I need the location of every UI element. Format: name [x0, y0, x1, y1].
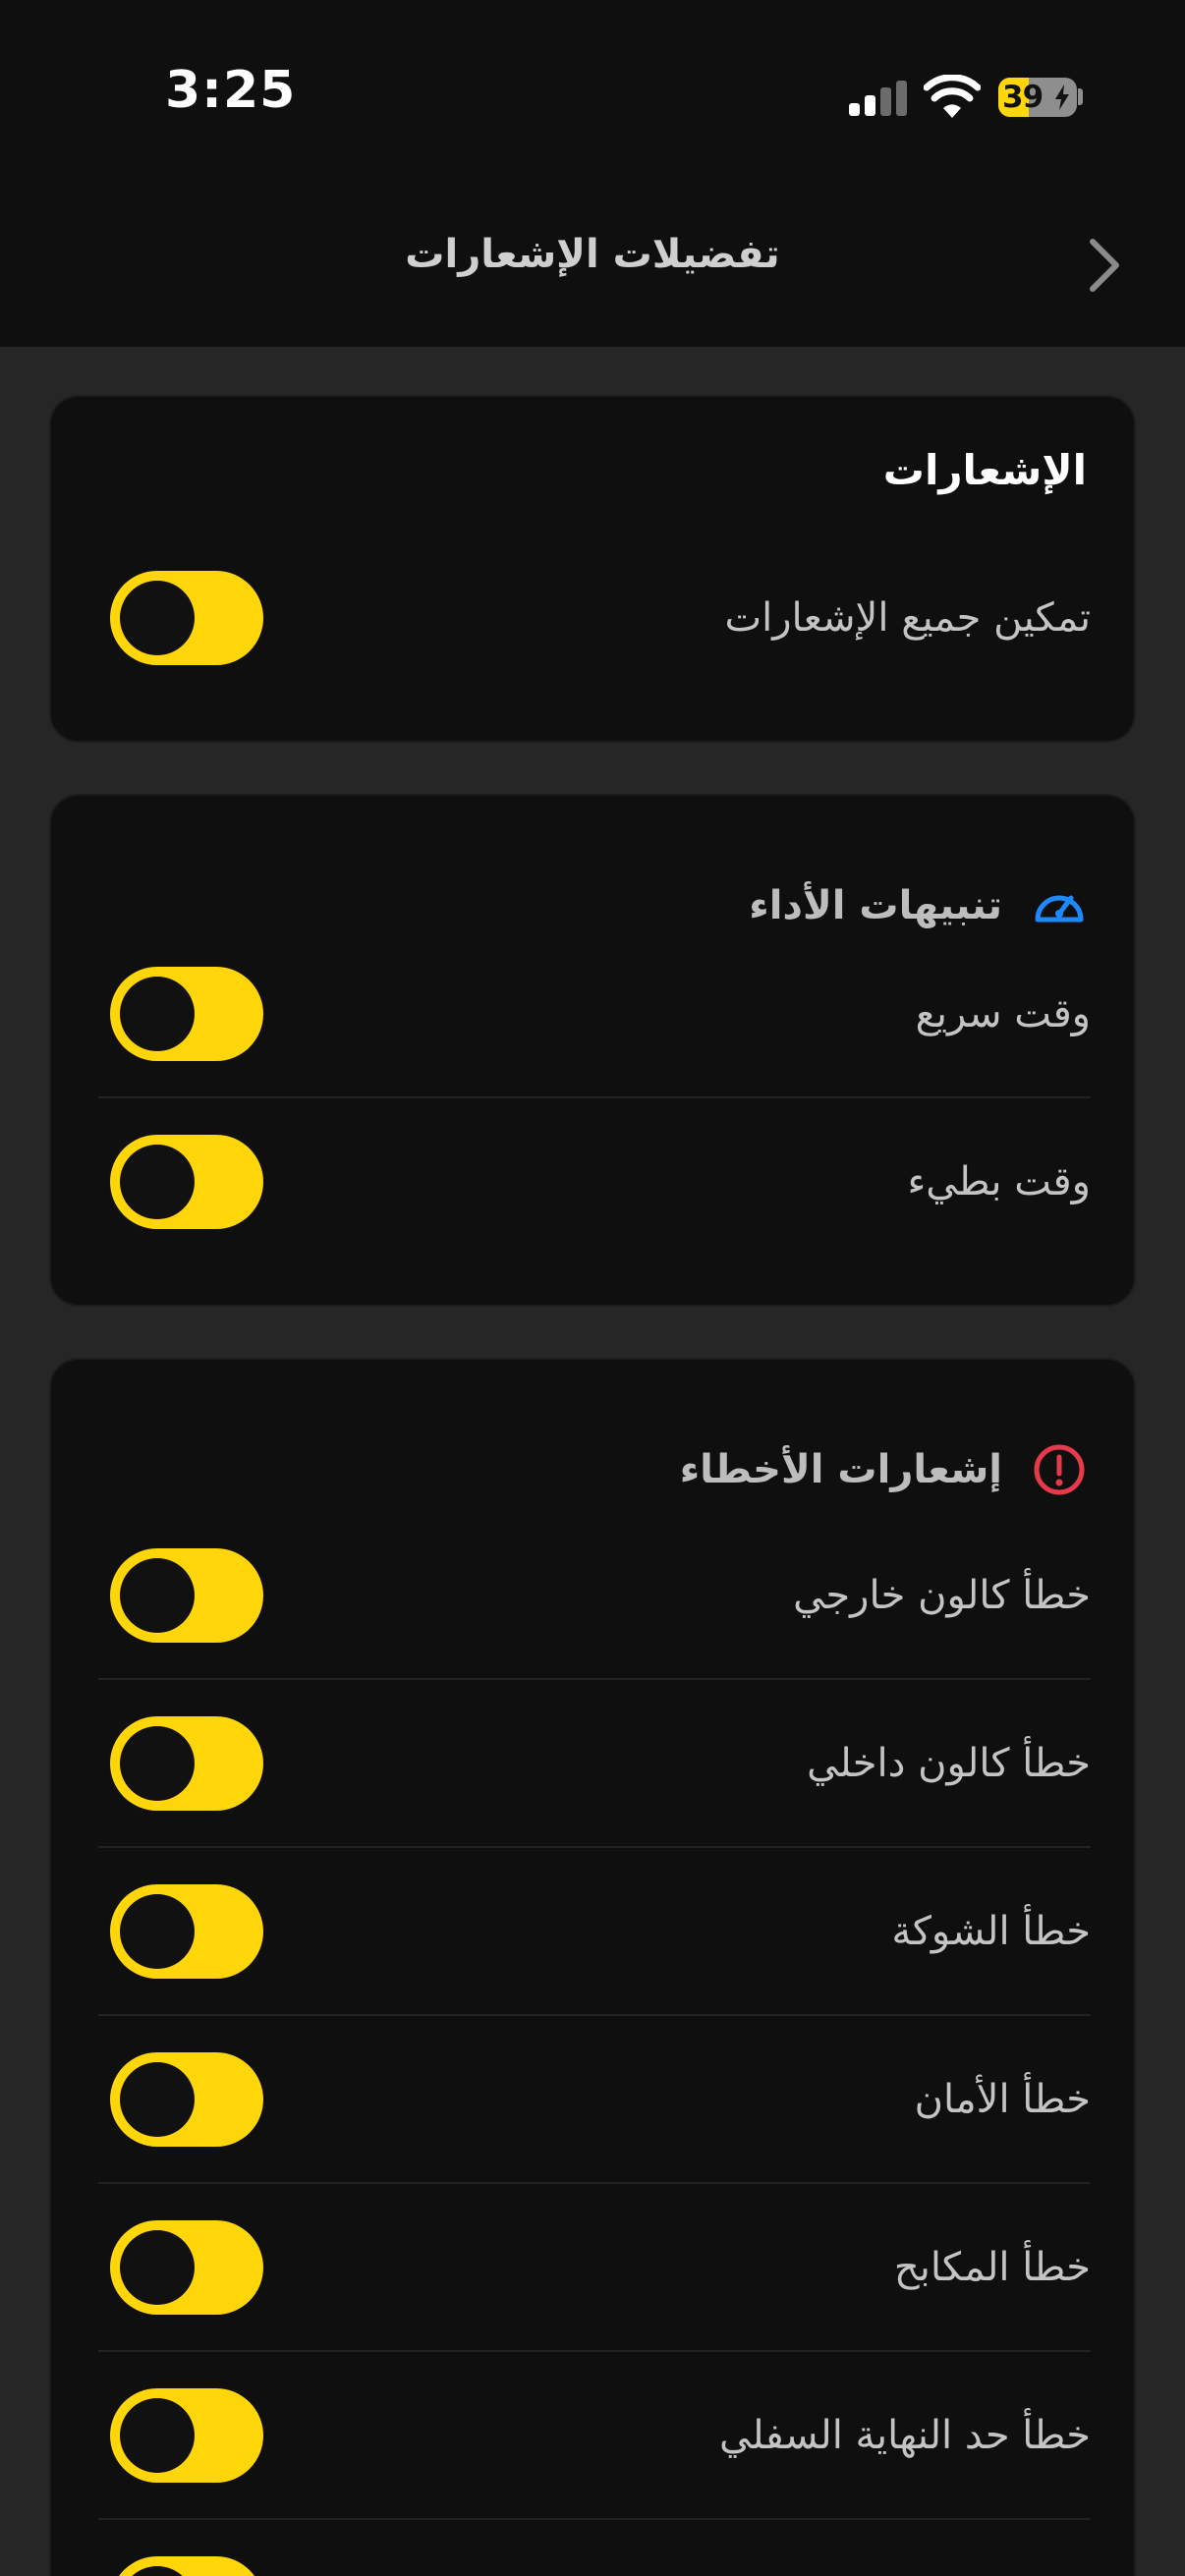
lower-limit-error-label: خطأ حد النهاية السفلي [719, 2413, 1091, 2458]
toggle-knob [120, 581, 195, 655]
list-item: وقت سريع [51, 930, 1138, 1098]
alert-circle-icon [1034, 1444, 1085, 1495]
page-title: تفضيلات الإشعارات [405, 232, 780, 277]
brakes-error-label: خطأ المكابح [893, 2245, 1091, 2290]
enable-all-label: تمكين جميع الإشعارات [724, 595, 1091, 641]
top-bar: 3:25 39 تفضيلات الإشعارات [0, 0, 1185, 347]
toggle-knob [120, 1558, 195, 1633]
fast-time-label: وقت سريع [915, 991, 1091, 1036]
list-item: خطأ حد النهاية السفلي [51, 2352, 1138, 2520]
list-item: خطأ كالون داخلي [51, 1680, 1138, 1848]
wifi-icon [924, 75, 981, 118]
notifications-title: الإشعارات [882, 446, 1087, 494]
list-item: خطأ الأمان [51, 2016, 1138, 2184]
fork-error-label: خطأ الشوكة [891, 1909, 1091, 1954]
internal-latch-error-toggle[interactable] [110, 1716, 263, 1811]
list-item [51, 2520, 1138, 2576]
fast-time-toggle[interactable] [110, 967, 263, 1061]
list-item: وقت بطيء [51, 1098, 1138, 1266]
error-notifications-card: إشعارات الأخطاء خطأ كالون خارجي خطأ كالو… [49, 1358, 1136, 2576]
speedometer-icon [1035, 895, 1084, 923]
status-time: 3:25 [165, 61, 297, 120]
toggle-knob [120, 1145, 195, 1219]
list-item: خطأ كالون خارجي [51, 1512, 1138, 1680]
enable-all-row: تمكين جميع الإشعارات [51, 534, 1138, 702]
external-latch-error-toggle[interactable] [110, 1548, 263, 1643]
performance-title: تنبيهات الأداء [749, 883, 1002, 928]
battery-level: 39 [1002, 80, 1044, 115]
toggle-knob [120, 2398, 195, 2473]
toggle-knob [120, 1726, 195, 1801]
list-item: خطأ المكابح [51, 2184, 1138, 2352]
performance-alerts-card: تنبيهات الأداء وقت سريع وقت بطيء [49, 794, 1136, 1307]
toggle-knob [120, 2566, 195, 2576]
list-item: خطأ الشوكة [51, 1848, 1138, 2016]
errors-header: إشعارات الأخطاء [680, 1438, 1087, 1501]
enable-all-toggle[interactable] [110, 571, 263, 665]
safety-error-toggle[interactable] [110, 2052, 263, 2147]
notifications-card: الإشعارات تمكين جميع الإشعارات [49, 395, 1136, 743]
lower-limit-error-toggle[interactable] [110, 2388, 263, 2483]
notification-preferences-screen: 3:25 39 تفضيلات الإشعارات الإشعارات تمكي… [0, 0, 1185, 2576]
chevron-right-icon[interactable] [1075, 226, 1134, 305]
partial-row-toggle[interactable] [110, 2556, 263, 2576]
toggle-knob [120, 2230, 195, 2305]
errors-title: إشعارات الأخطاء [679, 1447, 1002, 1492]
slow-time-label: وقت بطيء [907, 1159, 1091, 1204]
internal-latch-error-label: خطأ كالون داخلي [807, 1741, 1091, 1786]
fork-error-toggle[interactable] [110, 1884, 263, 1979]
battery-tip [1078, 88, 1083, 105]
performance-header: تنبيهات الأداء [749, 874, 1087, 937]
battery-icon: 39 [998, 78, 1077, 117]
brakes-error-toggle[interactable] [110, 2220, 263, 2315]
toggle-knob [120, 977, 195, 1051]
toggle-knob [120, 1894, 195, 1969]
safety-error-label: خطأ الأمان [914, 2077, 1091, 2122]
external-latch-error-label: خطأ كالون خارجي [793, 1573, 1091, 1618]
cellular-signal-icon [849, 81, 907, 116]
slow-time-toggle[interactable] [110, 1135, 263, 1229]
toggle-knob [120, 2062, 195, 2137]
